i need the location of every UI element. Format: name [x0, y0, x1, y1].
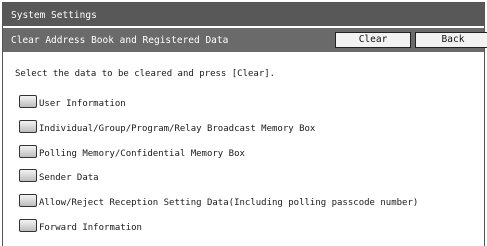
- title-bar: System Settings: [3, 3, 484, 27]
- checkbox[interactable]: [19, 194, 37, 207]
- settings-window: System Settings Clear Address Book and R…: [2, 2, 487, 246]
- instruction-text: Select the data to be cleared and press …: [15, 69, 276, 79]
- checkbox[interactable]: [19, 120, 37, 133]
- option-label: Individual/Group/Program/Relay Broadcast…: [39, 124, 316, 134]
- window-title: System Settings: [11, 10, 97, 21]
- clear-button[interactable]: Clear: [335, 32, 411, 48]
- back-button[interactable]: Back: [415, 32, 487, 48]
- checkbox[interactable]: [19, 169, 37, 182]
- option-label: Forward Information: [39, 223, 142, 233]
- checkbox[interactable]: [19, 219, 37, 232]
- option-label: User Information: [39, 99, 126, 109]
- option-label: Sender Data: [39, 173, 99, 183]
- subtitle-bar: Clear Address Book and Registered Data C…: [3, 28, 487, 52]
- option-label: Polling Memory/Confidential Memory Box: [39, 149, 245, 159]
- option-label: Allow/Reject Reception Setting Data(Incl…: [39, 198, 419, 208]
- checkbox[interactable]: [19, 95, 37, 108]
- checkbox[interactable]: [19, 145, 37, 158]
- screen-title: Clear Address Book and Registered Data: [11, 35, 229, 46]
